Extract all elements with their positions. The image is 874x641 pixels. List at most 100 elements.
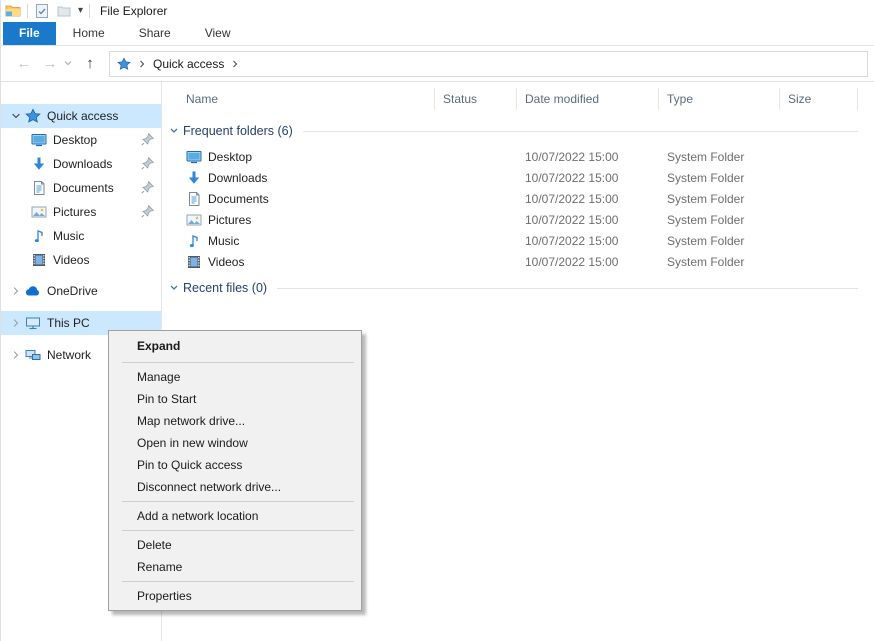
context-menu-item[interactable]: Pin to Quick access	[109, 454, 361, 476]
group-label: Frequent folders (6)	[183, 124, 293, 138]
frequent-folders-rows: Desktop 10/07/2022 15:00 System Folder D…	[162, 146, 874, 272]
file-row-videos[interactable]: Videos 10/07/2022 15:00 System Folder	[162, 251, 874, 272]
type-cell: System Folder	[659, 171, 780, 185]
group-label: Recent files (0)	[183, 281, 267, 295]
up-icon[interactable]: ↑	[77, 55, 103, 72]
chevron-down-icon[interactable]	[169, 283, 179, 293]
column-header-name[interactable]: Name	[162, 88, 435, 110]
chevron-right-icon[interactable]	[7, 285, 25, 297]
qat-dropdown-icon[interactable]: ▾	[78, 3, 83, 19]
tab-file[interactable]: File	[3, 22, 56, 45]
sidebar-item-onedrive[interactable]: OneDrive	[1, 279, 161, 303]
type-cell: System Folder	[659, 192, 780, 206]
sidebar-item-label: Downloads	[53, 157, 112, 171]
column-header-size[interactable]: Size	[780, 88, 858, 110]
context-menu-item[interactable]: Manage	[109, 366, 361, 388]
date-modified-cell: 10/07/2022 15:00	[517, 213, 659, 227]
pin-icon	[140, 132, 155, 147]
sidebar-item-desktop[interactable]: Desktop	[1, 128, 161, 152]
group-rule	[303, 131, 858, 132]
sidebar-item-label: Documents	[53, 181, 114, 195]
file-row-pictures[interactable]: Pictures 10/07/2022 15:00 System Folder	[162, 209, 874, 230]
quick-access-star-icon	[25, 108, 47, 124]
context-menu-item[interactable]: Rename	[109, 556, 361, 578]
sidebar-item-label: Desktop	[53, 133, 97, 147]
column-header-date-modified[interactable]: Date modified	[517, 88, 659, 110]
menu-separator	[122, 501, 354, 502]
file-name: Music	[208, 234, 239, 248]
context-menu-item[interactable]: Expand	[109, 334, 361, 359]
column-headers: Name Status Date modified Type Size	[162, 87, 874, 111]
column-header-status[interactable]: Status	[435, 88, 517, 110]
file-name: Desktop	[208, 150, 252, 164]
titlebar: ▾ File Explorer	[1, 0, 874, 22]
chevron-down-icon[interactable]	[7, 110, 25, 122]
address-bar[interactable]: Quick access	[109, 51, 868, 77]
tab-view[interactable]: View	[188, 22, 248, 45]
group-header-recent-files[interactable]: Recent files (0)	[162, 278, 874, 298]
sidebar-item-label: OneDrive	[47, 284, 98, 298]
desktop-icon	[186, 149, 202, 165]
sidebar-item-label: Music	[53, 229, 84, 243]
menu-separator	[122, 530, 354, 531]
quick-access-star-icon	[117, 56, 131, 71]
type-cell: System Folder	[659, 255, 780, 269]
file-name: Downloads	[208, 171, 267, 185]
music-icon	[186, 233, 202, 249]
back-icon[interactable]: ←	[11, 55, 37, 72]
context-menu-item[interactable]: Properties	[109, 585, 361, 607]
properties-icon[interactable]	[34, 3, 50, 19]
sidebar-item-label: Videos	[53, 253, 89, 267]
sidebar-item-quick-access[interactable]: Quick access	[1, 104, 161, 128]
group-rule	[277, 288, 858, 289]
chevron-right-icon[interactable]	[7, 317, 25, 329]
chevron-down-icon[interactable]	[169, 126, 179, 136]
recent-locations-chevron-icon[interactable]	[63, 57, 77, 71]
breadcrumb-chevron-icon[interactable]	[230, 59, 240, 69]
sidebar-item-label: This PC	[47, 316, 90, 330]
pin-icon	[140, 156, 155, 171]
file-row-music[interactable]: Music 10/07/2022 15:00 System Folder	[162, 230, 874, 251]
file-row-documents[interactable]: Documents 10/07/2022 15:00 System Folder	[162, 188, 874, 209]
downloads-icon	[186, 170, 202, 186]
sidebar-item-videos[interactable]: Videos	[1, 248, 161, 272]
forward-icon[interactable]: →	[37, 55, 63, 72]
chevron-right-icon[interactable]	[7, 349, 25, 361]
date-modified-cell: 10/07/2022 15:00	[517, 150, 659, 164]
file-row-desktop[interactable]: Desktop 10/07/2022 15:00 System Folder	[162, 146, 874, 167]
ribbon-tabs: File Home Share View	[1, 22, 874, 46]
sidebar-item-music[interactable]: Music	[1, 224, 161, 248]
type-cell: System Folder	[659, 150, 780, 164]
file-name: Documents	[208, 192, 269, 206]
new-folder-icon[interactable]	[56, 3, 72, 19]
sidebar-item-pictures[interactable]: Pictures	[1, 200, 161, 224]
group-header-frequent-folders[interactable]: Frequent folders (6)	[162, 121, 874, 141]
pictures-icon	[31, 204, 53, 220]
titlebar-separator	[89, 4, 90, 18]
date-modified-cell: 10/07/2022 15:00	[517, 171, 659, 185]
context-menu-item[interactable]: Open in new window	[109, 432, 361, 454]
file-explorer-window: ▾ File Explorer File Home Share View ← →…	[0, 0, 874, 641]
column-header-type[interactable]: Type	[659, 88, 780, 110]
context-menu-item[interactable]: Map network drive...	[109, 410, 361, 432]
context-menu-item[interactable]: Pin to Start	[109, 388, 361, 410]
tab-home[interactable]: Home	[56, 22, 122, 45]
breadcrumb-quick-access[interactable]: Quick access	[153, 57, 224, 71]
context-menu-item[interactable]: Add a network location	[109, 505, 361, 527]
breadcrumb-chevron-icon[interactable]	[137, 59, 147, 69]
file-row-downloads[interactable]: Downloads 10/07/2022 15:00 System Folder	[162, 167, 874, 188]
network-icon	[25, 347, 47, 363]
date-modified-cell: 10/07/2022 15:00	[517, 255, 659, 269]
sidebar-item-documents[interactable]: Documents	[1, 176, 161, 200]
documents-icon	[186, 191, 202, 207]
sidebar-item-downloads[interactable]: Downloads	[1, 152, 161, 176]
context-menu-item[interactable]: Delete	[109, 534, 361, 556]
music-icon	[31, 228, 53, 244]
tab-share[interactable]: Share	[122, 22, 188, 45]
navigation-bar: ← → ↑ Quick access	[1, 46, 874, 82]
menu-separator	[122, 581, 354, 582]
date-modified-cell: 10/07/2022 15:00	[517, 234, 659, 248]
context-menu-item[interactable]: Disconnect network drive...	[109, 476, 361, 498]
videos-icon	[31, 252, 53, 268]
desktop-icon	[31, 132, 53, 148]
